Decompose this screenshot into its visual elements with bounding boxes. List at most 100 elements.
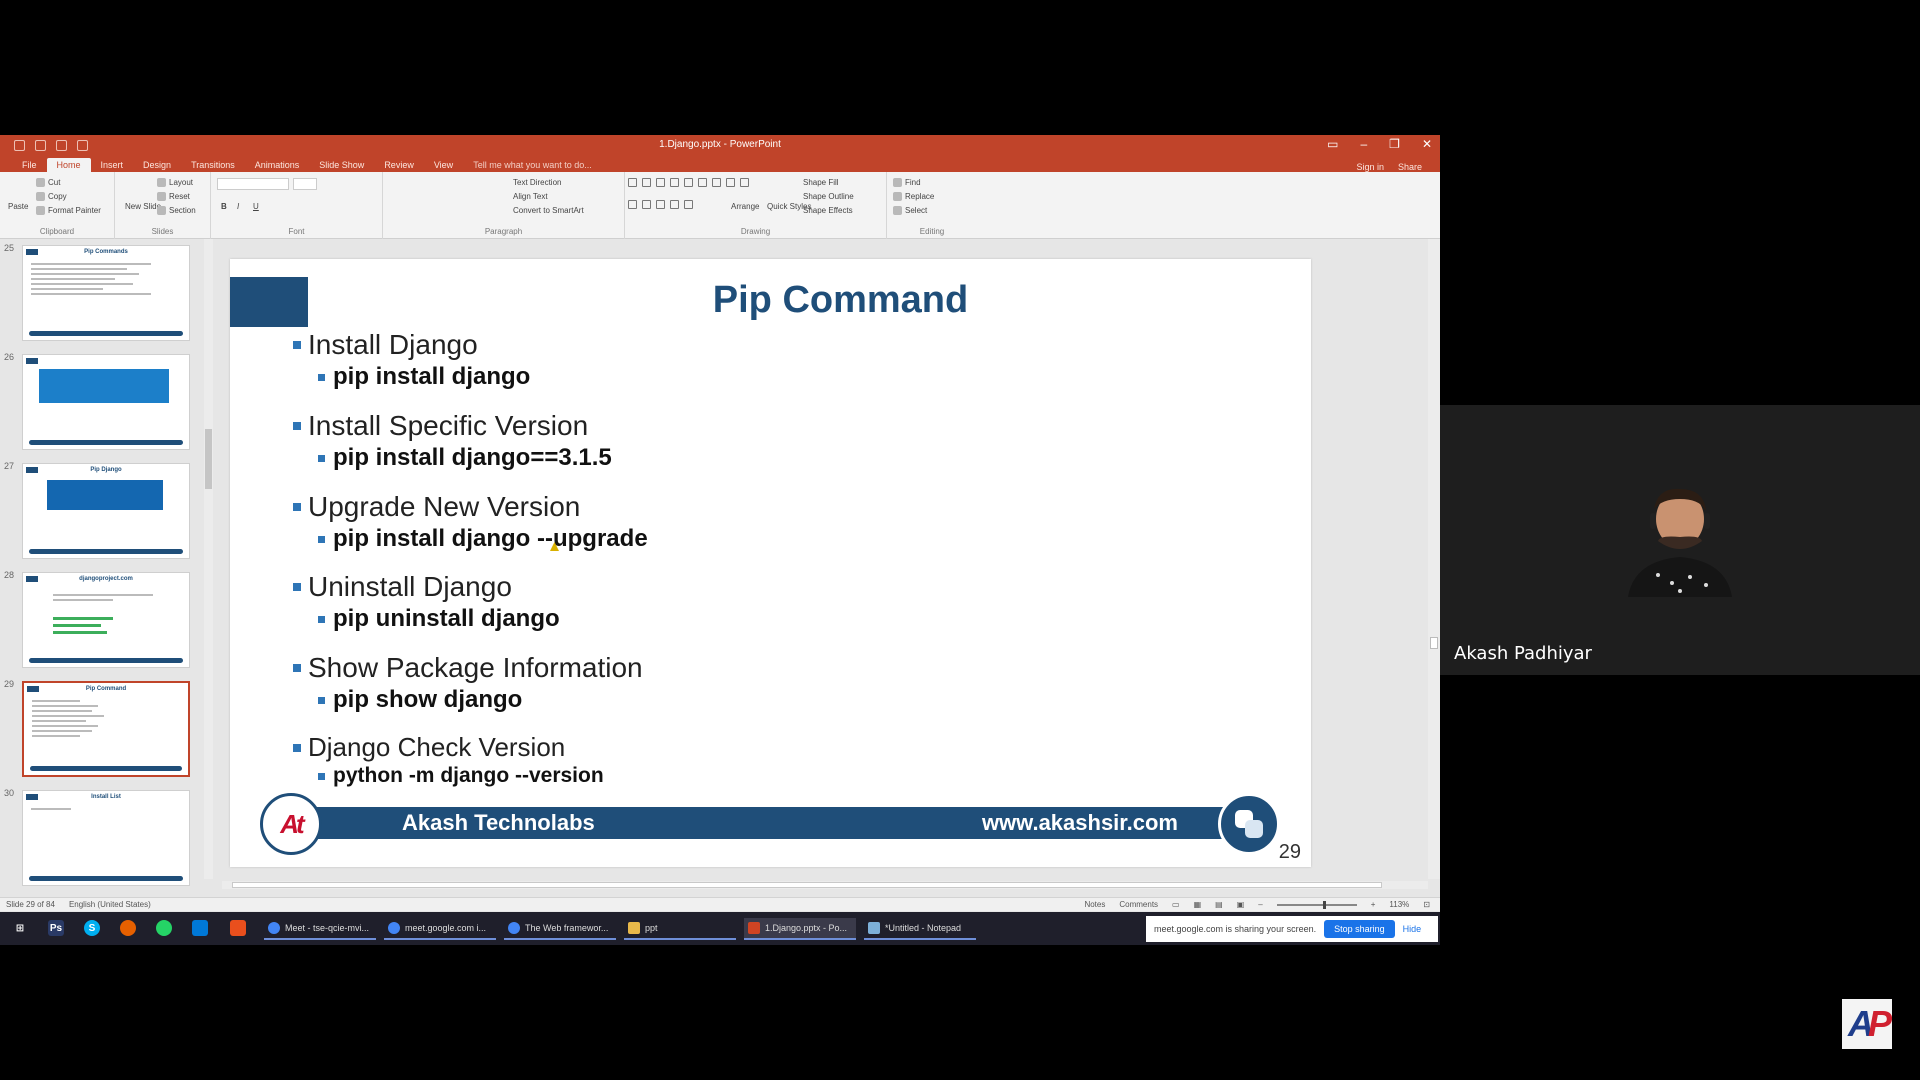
search-icon [893,178,902,188]
italic-button[interactable]: I [237,202,239,211]
slide-thumbnail-selected[interactable]: 29 Pip Command [4,679,190,779]
ribbon-display-icon[interactable]: ▭ [1327,137,1338,151]
bullet-heading-text: Install Specific Version [308,410,589,441]
share-notice-text: meet.google.com is sharing your screen. [1154,924,1317,934]
reading-view-icon[interactable]: ▤ [1215,900,1223,909]
windows-start-icon[interactable]: ⊞ [12,920,28,936]
tab-animations[interactable]: Animations [245,158,310,172]
slide-thumbnail[interactable]: 28 djangoproject.com [4,570,190,670]
restore-button[interactable]: ❐ [1389,137,1400,151]
slide-horizontal-scrollbar[interactable] [222,881,1428,889]
whatsapp-icon[interactable] [156,920,172,936]
zoom-in-button[interactable]: + [1371,900,1376,909]
taskbar-app-label: Meet - tse-qcie-mvi... [285,923,370,933]
notes-button[interactable]: Notes [1084,900,1105,909]
slide-number: 29 [4,679,15,689]
taskbar-app-web-framework[interactable]: The Web framewor... [504,918,616,940]
thumbnail-title: Install List [91,794,121,800]
taskbar-app-ppt-folder[interactable]: ppt [624,918,736,940]
shape-outline-button[interactable]: Shape Outline [803,192,854,201]
scrollbar-thumb[interactable] [205,429,212,489]
akash-technolabs-logo: At [260,793,322,855]
xampp-icon[interactable] [230,920,246,936]
slide-canvas[interactable]: Pip Command Install Django pip install d… [230,259,1311,867]
stop-sharing-button[interactable]: Stop sharing [1324,920,1395,938]
bullet-command: python -m django --version [318,764,604,788]
thumbnails-scrollbar[interactable] [204,239,213,879]
zoom-out-button[interactable]: – [1258,900,1262,909]
tell-me-search[interactable]: Tell me what you want to do... [463,158,602,172]
windows-taskbar: ⊞ Ps S Meet - tse-qcie-mvi... meet.googl… [0,912,1440,945]
find-label: Find [905,178,921,187]
tab-view[interactable]: View [424,158,463,172]
section-label: Section [169,206,196,215]
scrollbar-thumb[interactable] [1430,637,1438,649]
close-button[interactable]: ✕ [1422,137,1432,151]
bold-button[interactable]: B [221,202,227,211]
taskbar-app-notepad[interactable]: *Untitled - Notepad [864,918,976,940]
scrollbar-thumb[interactable] [232,882,1382,888]
tab-review[interactable]: Review [374,158,424,172]
slide-thumbnail[interactable]: 25 Pip Commands [4,243,190,343]
tab-slide-show[interactable]: Slide Show [309,158,374,172]
slideshow-view-icon[interactable]: ▣ [1237,900,1245,909]
reset-button[interactable]: Reset [157,192,190,202]
slide-thumbnail[interactable]: 30 Install List [4,788,190,888]
convert-smartart-button[interactable]: Convert to SmartArt [513,206,584,215]
bullet-heading: Show Package Information [293,652,643,684]
comments-button[interactable]: Comments [1119,900,1158,909]
normal-view-icon[interactable]: ▭ [1172,900,1180,909]
arrange-button[interactable]: Arrange [731,202,759,211]
slide-title: Pip Command [712,279,969,321]
section-button[interactable]: Section [157,206,196,216]
slides-group: New Slide Layout Reset Section Slides [115,172,211,239]
copy-button[interactable]: Copy [36,192,67,202]
slide-vertical-scrollbar[interactable] [1428,239,1440,879]
skype-icon[interactable]: S [84,920,100,936]
minimize-button[interactable]: – [1360,137,1367,151]
shapes-gallery[interactable] [628,178,749,218]
paste-button[interactable]: Paste [8,202,28,211]
format-painter-button[interactable]: Format Painter [36,206,101,216]
align-text-button[interactable]: Align Text [513,192,548,201]
tab-design[interactable]: Design [133,158,181,172]
zoom-slider-thumb[interactable] [1322,900,1326,909]
shape-fill-button[interactable]: Shape Fill [803,178,839,187]
photoshop-icon[interactable]: Ps [48,920,64,936]
vscode-icon[interactable] [192,920,208,936]
tab-home[interactable]: Home [46,158,91,172]
taskbar-app-powerpoint[interactable]: 1.Django.pptx - Po... [744,918,856,940]
layout-button[interactable]: Layout [157,178,193,188]
ribbon-tabs: File Home Insert Design Transitions Anim… [0,156,1440,172]
slide-thumbnail[interactable]: 27 Pip Django [4,461,190,561]
language-indicator[interactable]: English (United States) [69,900,151,909]
replace-button[interactable]: Replace [893,192,934,202]
find-button[interactable]: Find [893,178,921,188]
text-direction-button[interactable]: Text Direction [513,178,561,187]
cut-button[interactable]: Cut [36,178,60,188]
shape-effects-button[interactable]: Shape Effects [803,206,853,215]
slide-thumbnail[interactable]: 26 [4,352,190,452]
tab-file[interactable]: File [12,158,47,172]
bullet-icon [318,615,325,623]
tab-insert[interactable]: Insert [91,158,134,172]
meet-screen: 1.Django.pptx - PowerPoint ▭ – ❐ ✕ File … [0,0,1920,1080]
slide-footer-bar: Akash Technolabs www.akashsir.com [270,807,1240,839]
fit-slide-icon[interactable]: ⊡ [1423,900,1430,909]
font-name-box[interactable] [217,178,289,190]
hide-button[interactable]: Hide [1403,924,1422,934]
share-button[interactable]: Share [1398,162,1422,172]
taskbar-app-meet-google[interactable]: meet.google.com i... [384,918,496,940]
select-button[interactable]: Select [893,206,927,216]
underline-button[interactable]: U [253,202,259,211]
firefox-icon[interactable] [120,920,136,936]
new-slide-button[interactable]: New Slide [125,202,161,211]
clipboard-group: Paste Cut Copy Format Painter Clipboard [0,172,115,239]
font-size-box[interactable] [293,178,317,190]
zoom-slider[interactable] [1276,900,1357,909]
zoom-level[interactable]: 113% [1389,900,1409,909]
sign-in-link[interactable]: Sign in [1356,162,1384,172]
tab-transitions[interactable]: Transitions [181,158,245,172]
taskbar-app-meet[interactable]: Meet - tse-qcie-mvi... [264,918,376,940]
slide-sorter-icon[interactable]: ▦ [1194,900,1202,909]
